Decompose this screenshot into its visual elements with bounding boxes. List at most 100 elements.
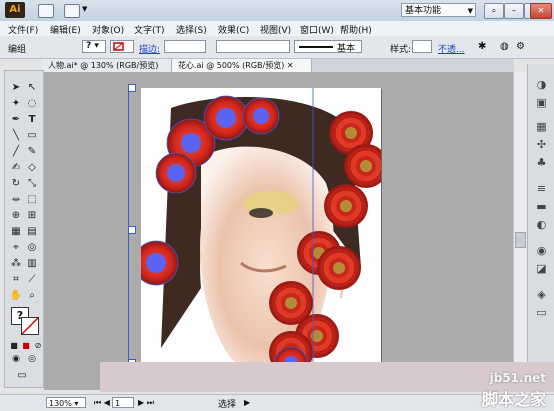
stroke-weight-field[interactable]	[164, 40, 206, 53]
selection-handle[interactable]	[128, 226, 136, 234]
mesh-tool-icon[interactable]: ▦	[9, 225, 23, 238]
next-page-icon[interactable]: ▶ ⏭	[138, 398, 154, 408]
stroke-color-icon[interactable]	[21, 317, 39, 335]
style-label: 样式:	[390, 45, 412, 55]
title-bar: Ai ▼ 基本功能 ▼ ⌕ – ▭	[0, 0, 554, 22]
variable-width-profile[interactable]	[216, 40, 290, 53]
workspace-switcher[interactable]: 基本功能 ▼	[401, 3, 476, 17]
menu-help[interactable]: 帮助(H)	[340, 23, 372, 36]
stroke-label[interactable]: 描边:	[139, 42, 160, 55]
scale-tool-icon[interactable]: ⤡	[25, 177, 39, 190]
pen-tool-icon[interactable]: ✒	[9, 113, 23, 126]
bridge-icon[interactable]	[38, 4, 54, 18]
chevron-down-icon[interactable]: ▼	[82, 5, 87, 13]
transparency-icon[interactable]: ◐	[535, 218, 548, 231]
illustrator-logo: Ai	[5, 2, 25, 18]
hand-tool-icon[interactable]: ✋	[9, 289, 23, 302]
selection-edge	[128, 87, 129, 365]
rectangle-tool-icon[interactable]: ▭	[25, 129, 39, 142]
color-panel-icon[interactable]: ◑	[535, 78, 548, 91]
menu-window[interactable]: 窗口(W)	[300, 23, 334, 36]
blob-brush-icon[interactable]: ✍	[9, 161, 23, 174]
gear-icon[interactable]: ⚙	[516, 41, 525, 52]
lasso-icon[interactable]: ◌	[25, 97, 39, 110]
menu-type[interactable]: 文字(T)	[134, 23, 165, 36]
magic-wand-icon[interactable]: ✦	[9, 97, 23, 110]
first-page-icon[interactable]: ⏮ ◀	[94, 398, 110, 408]
arrange-documents-icon[interactable]	[64, 4, 80, 18]
menu-effect[interactable]: 效果(C)	[218, 23, 249, 36]
close-button[interactable]: ✕	[530, 3, 552, 19]
free-transform-icon[interactable]: ⬚	[25, 193, 39, 206]
watermark-url: jb51.net	[489, 371, 546, 385]
perspective-grid-icon[interactable]: ⊞	[25, 209, 39, 222]
workspace-label: 基本功能	[405, 6, 442, 16]
line-tool-icon[interactable]: ╲	[9, 129, 23, 142]
stroke-swatch[interactable]	[110, 40, 134, 53]
stroke-panel-icon[interactable]: ≡	[535, 182, 548, 195]
graphic-style-picker[interactable]	[412, 40, 432, 53]
status-mode-label: 选择	[218, 400, 237, 410]
symbol-sprayer-icon[interactable]: ⁂	[9, 257, 23, 270]
paintbrush-icon[interactable]: ╱	[9, 145, 23, 158]
scroll-thumb[interactable]	[515, 232, 526, 248]
document-tabs: 人物.ai* @ 130% (RGB/预览) ✕ 花心.ai @ 500% (R…	[42, 59, 514, 83]
shape-builder-icon[interactable]: ⊕	[9, 209, 23, 222]
canvas-area[interactable]	[44, 72, 513, 390]
column-graph-icon[interactable]: ▥	[25, 257, 39, 270]
blend-tool-icon[interactable]: ◎	[25, 241, 39, 254]
graphic-styles-icon[interactable]: ◪	[535, 262, 548, 275]
slice-tool-icon[interactable]: ⟋	[25, 273, 39, 286]
group-label: 编组	[8, 45, 27, 55]
status-menu-icon[interactable]: ▶	[244, 398, 250, 407]
zoom-tool-icon[interactable]: ⌕	[25, 289, 39, 302]
menu-view[interactable]: 视图(V)	[260, 23, 291, 36]
draw-mode-icon[interactable]: ◉	[9, 353, 23, 366]
globe-icon[interactable]: ◍	[500, 41, 509, 52]
menu-bar: 文件(F) 编辑(E) 对象(O) 文字(T) 选择(S) 效果(C) 视图(V…	[0, 21, 554, 37]
direct-selection-icon[interactable]: ↖	[25, 81, 39, 94]
search-icon[interactable]: ⌕	[484, 3, 504, 19]
minimize-button[interactable]: –	[504, 3, 524, 19]
none-mode-icon[interactable]: ⊘	[31, 339, 45, 352]
zoom-level-field[interactable]: 130% ▾	[46, 397, 86, 408]
tab-people-document[interactable]: 人物.ai* @ 130% (RGB/预览) ✕	[42, 59, 172, 83]
watermark-brand: 脚本之家	[481, 390, 546, 409]
tab-flower-document[interactable]: 花心.ai @ 500% (RGB/预览) ✕	[172, 59, 312, 72]
selection-handle[interactable]	[128, 84, 136, 92]
brush-definition[interactable]: 基本	[294, 40, 362, 54]
fill-swatch[interactable]: ? ▾	[82, 40, 106, 53]
gradient-tool-icon[interactable]: ▤	[25, 225, 39, 238]
status-bar: 130% ▾ ⏮ ◀ 1 ▶ ⏭ 选择 ▶	[0, 394, 554, 411]
selection-tool-icon[interactable]: ➤	[9, 81, 23, 94]
recolor-icon[interactable]: ✱	[478, 41, 486, 52]
gradient-panel-icon[interactable]: ▬	[535, 200, 548, 213]
artboard-tool-icon[interactable]: ⌗	[9, 273, 23, 286]
draw-inside-icon[interactable]: ◎	[25, 353, 39, 366]
type-tool-icon[interactable]: T	[25, 113, 39, 126]
chevron-down-icon: ▼	[467, 7, 473, 15]
eyedropper-icon[interactable]: ⌖	[9, 241, 23, 254]
menu-object[interactable]: 对象(O)	[92, 23, 124, 36]
eraser-icon[interactable]: ◇	[25, 161, 39, 174]
opacity-label[interactable]: 不透...	[438, 42, 465, 55]
symbols-icon[interactable]: ♣	[535, 156, 548, 169]
swatches-icon[interactable]: ▦	[535, 120, 548, 133]
menu-edit[interactable]: 编辑(E)	[50, 23, 81, 36]
artboards-icon[interactable]: ▭	[535, 306, 548, 319]
color-guide-icon[interactable]: ▣	[535, 96, 548, 109]
pencil-icon[interactable]: ✎	[25, 145, 39, 158]
brushes-icon[interactable]: ✣	[535, 138, 548, 151]
artboard[interactable]	[141, 88, 381, 382]
width-tool-icon[interactable]: ⥈	[9, 193, 23, 206]
layers-icon[interactable]: ◈	[535, 288, 548, 301]
vertical-scrollbar[interactable]	[513, 72, 526, 390]
rotate-tool-icon[interactable]: ↻	[9, 177, 23, 190]
appearance-icon[interactable]: ◉	[535, 244, 548, 257]
control-bar: 编组 ? ▾ 描边: 基本 样式: 不透... ✱ ◍ ⚙	[0, 36, 554, 59]
page-number-field[interactable]: 1	[112, 397, 134, 408]
menu-select[interactable]: 选择(S)	[176, 23, 207, 36]
menu-file[interactable]: 文件(F)	[8, 23, 38, 36]
screen-mode-icon[interactable]: ▭	[15, 369, 29, 382]
tools-panel: ➤ ↖ ✦ ◌ ✒ T ╲ ▭ ╱ ✎ ✍ ◇ ↻ ⤡ ⥈ ⬚ ⊕ ⊞ ▦ ▤ …	[4, 70, 44, 388]
